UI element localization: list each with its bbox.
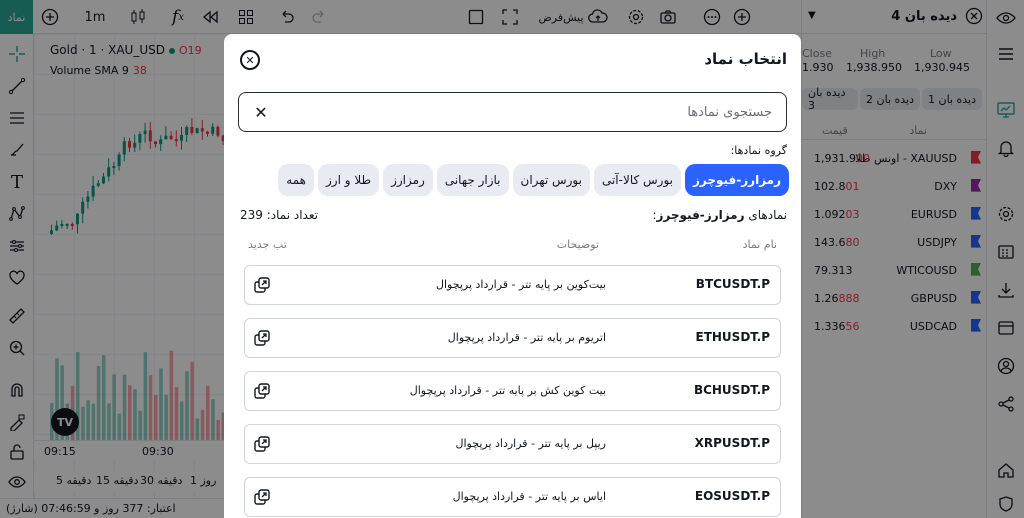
group-chip[interactable]: رمزارز-فیوچرز xyxy=(684,164,789,196)
symbol-name: EOSUSDT.P xyxy=(694,489,770,503)
symbol-search-dialog: انتخاب نماد ✕ ✕ گروه نمادها: همهطلا و ار… xyxy=(224,34,801,518)
close-icon[interactable]: ✕ xyxy=(240,50,260,70)
group-chip[interactable]: بازار جهانی xyxy=(436,164,509,196)
symbol-description: بیت‌کوین بر پایه تتر - قرارداد پرپچوال xyxy=(435,278,606,291)
symbol-name: BTCUSDT.P xyxy=(695,277,770,291)
symbol-name: ETHUSDT.P xyxy=(695,330,771,344)
open-new-tab-icon[interactable] xyxy=(251,274,273,296)
symbol-count: تعداد نماد: 239 xyxy=(240,208,318,222)
group-chip[interactable]: بورس کالا-آتی xyxy=(593,164,681,196)
symbol-row[interactable]: BTCUSDT.P بیت‌کوین بر پایه تتر - قرارداد … xyxy=(244,265,781,305)
group-chips: همه طلا و ارز رمزارز بازار جهانی بورس تهران ب… xyxy=(278,164,789,196)
clear-search-icon[interactable]: ✕ xyxy=(253,103,269,122)
symbol-description: بیت کوین کش بر پایه تتر - قرارداد پرپچوا… xyxy=(409,384,606,397)
symbol-description: اتریوم بر پایه تتر - قرارداد پرپچوال xyxy=(447,331,606,344)
symbol-list-header: نام نماد توضیحات تب جدید xyxy=(238,234,787,256)
symbol-row[interactable]: XRPUSDT.P ریپل بر پایه تتر - قرارداد پرپچ… xyxy=(244,424,781,464)
open-new-tab-icon[interactable] xyxy=(251,327,273,349)
symbol-row[interactable]: BCHUSDT.P بیت کوین کش بر پایه تتر - قرارد… xyxy=(244,371,781,411)
group-label: گروه نمادها: xyxy=(730,144,787,157)
selected-group-name: رمزارز-فیوچرز xyxy=(656,208,745,222)
col-description: توضیحات xyxy=(556,238,599,251)
search-input[interactable] xyxy=(269,104,772,120)
col-symbol-name: نام نماد xyxy=(742,238,777,251)
group-chip[interactable]: طلا و ارز xyxy=(318,164,380,196)
dialog-title: انتخاب نماد xyxy=(704,50,787,68)
symbol-row[interactable]: ETHUSDT.P اتریوم بر پایه تتر - قرارداد پر… xyxy=(244,318,781,358)
open-new-tab-icon[interactable] xyxy=(251,433,273,455)
symbol-description: ریپل بر پایه تتر - قرارداد پرپچوال xyxy=(455,437,607,450)
col-new-tab: تب جدید xyxy=(248,238,287,251)
symbols-of-group: نمادهای رمزارز-فیوچرز: xyxy=(652,208,787,222)
symbol-name: BCHUSDT.P xyxy=(693,383,770,397)
symbol-row[interactable]: EOSUSDT.P ایاس بر پایه تتر - قرارداد پرپچ… xyxy=(244,477,781,517)
open-new-tab-icon[interactable] xyxy=(251,380,273,402)
group-chip[interactable]: همه xyxy=(278,164,314,196)
symbols-of-label: نمادهای xyxy=(748,208,787,222)
symbol-name: XRPUSDT.P xyxy=(694,436,770,450)
group-chip[interactable]: رمزارز xyxy=(383,164,433,196)
open-new-tab-icon[interactable] xyxy=(251,486,273,508)
symbol-description: ایاس بر پایه تتر - قرارداد پرپچوال xyxy=(452,490,606,503)
search-box: ✕ xyxy=(238,92,787,132)
group-chip[interactable]: بورس تهران xyxy=(512,164,590,196)
